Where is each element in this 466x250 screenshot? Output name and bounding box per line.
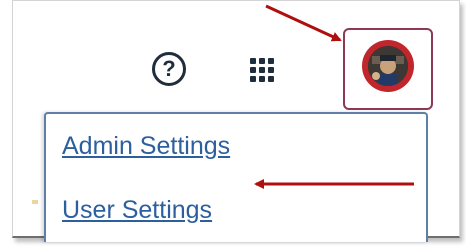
arrow-to-avatar xyxy=(265,4,342,42)
annotation-arrows xyxy=(254,4,414,189)
